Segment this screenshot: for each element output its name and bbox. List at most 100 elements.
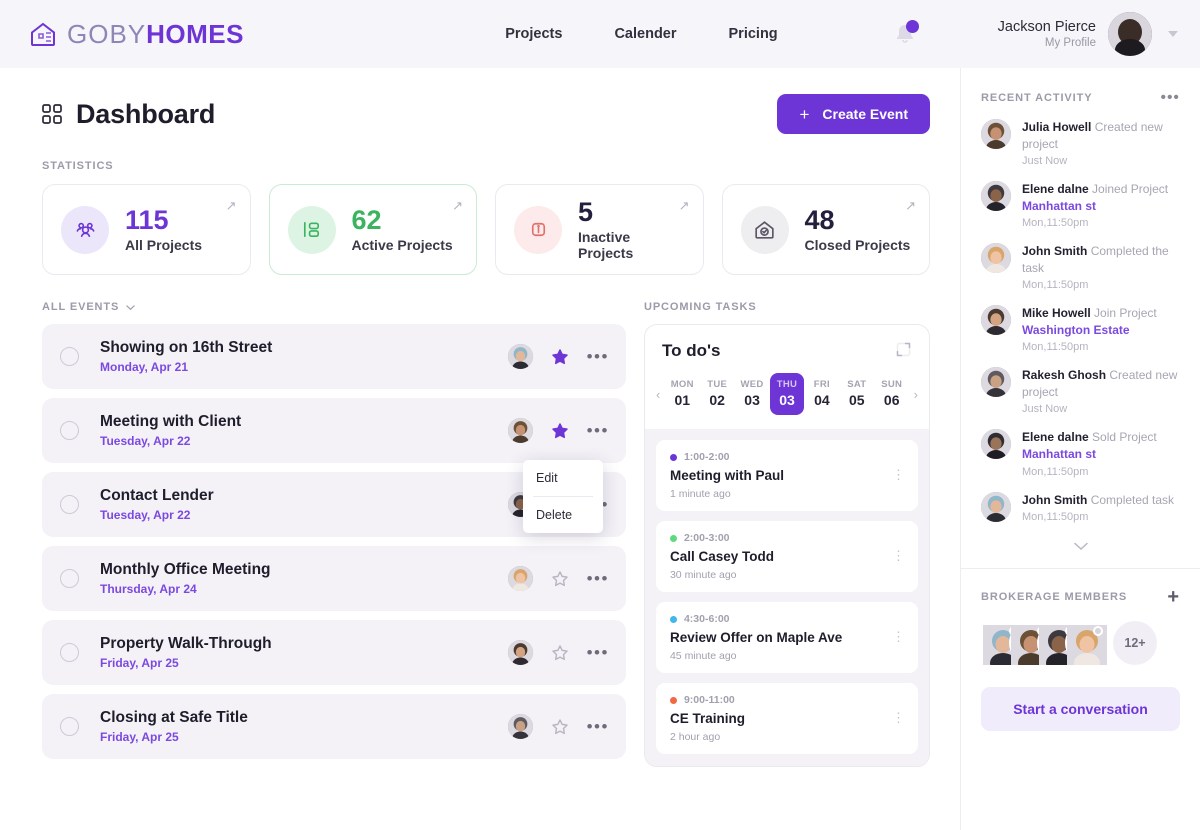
day-strip: ‹ MON 01 TUE 02 WED 03 THU 03 FRI 04 SAT 05 SUN 06 ›: [645, 361, 929, 429]
favorite-star-icon[interactable]: [551, 348, 569, 366]
prev-day-button[interactable]: ‹: [653, 387, 663, 402]
member-avatar[interactable]: [1065, 623, 1107, 674]
favorite-star-icon[interactable]: [551, 644, 569, 662]
event-checkbox[interactable]: [60, 643, 79, 662]
task-more-button[interactable]: ⋮: [892, 549, 905, 563]
favorite-star-icon[interactable]: [551, 570, 569, 588]
activity-project-link[interactable]: Manhattan st: [1022, 447, 1096, 461]
task-more-button[interactable]: ⋮: [892, 630, 905, 644]
event-more-button[interactable]: •••: [587, 422, 609, 439]
task-time-row: 4:30-6:00: [669, 613, 842, 625]
activity-time: Mon,11:50pm: [1022, 465, 1089, 478]
event-more-button[interactable]: •••: [587, 644, 609, 661]
event-row[interactable]: Showing on 16th Street Monday, Apr 21 •••: [42, 324, 626, 389]
event-row[interactable]: Monthly Office Meeting Thursday, Apr 24 ••…: [42, 546, 626, 611]
event-avatar[interactable]: [507, 566, 533, 591]
day-cell[interactable]: MON 01: [665, 373, 699, 415]
brokerage-members-label: BROKERAGE MEMBERS: [981, 591, 1128, 604]
activity-item[interactable]: John Smith Completed task Mon,11:50pm: [981, 491, 1180, 523]
stat-card-inactive-projects[interactable]: 5 Inactive Projects ↗: [495, 184, 704, 275]
profile-menu[interactable]: Jackson Pierce My Profile: [998, 12, 1178, 56]
event-row[interactable]: Closing at Safe Title Friday, Apr 25 •••: [42, 694, 626, 759]
start-conversation-button[interactable]: Start a conversation: [981, 687, 1180, 732]
arrow-up-right-icon[interactable]: ↗: [905, 198, 916, 214]
add-member-button[interactable]: +: [1167, 587, 1180, 607]
event-more-button[interactable]: •••: [587, 348, 609, 365]
activity-item[interactable]: Rakesh Ghosh Created new project Just Now: [981, 367, 1180, 415]
arrow-up-right-icon[interactable]: ↗: [452, 198, 463, 214]
nav-item-projects[interactable]: Projects: [505, 26, 562, 42]
event-checkbox[interactable]: [60, 495, 79, 514]
create-event-button[interactable]: + Create Event: [777, 94, 930, 134]
context-menu-edit[interactable]: Edit: [523, 460, 603, 496]
event-row[interactable]: Meeting with Client Tuesday, Apr 22 •••: [42, 398, 626, 463]
day-cell[interactable]: WED 03: [735, 373, 769, 415]
context-menu-delete[interactable]: Delete: [523, 497, 603, 533]
stat-card-all-projects[interactable]: 115 All Projects ↗: [42, 184, 251, 275]
event-date: Monday, Apr 21: [100, 360, 189, 374]
all-events-dropdown[interactable]: ALL EVENTS: [42, 301, 626, 313]
activity-expand-button[interactable]: [981, 537, 1180, 564]
event-row[interactable]: Property Walk-Through Friday, Apr 25 •••: [42, 620, 626, 685]
task-item[interactable]: 1:00-2:00 Meeting with Paul 1 minute ago ⋮: [655, 440, 918, 511]
event-checkbox[interactable]: [60, 421, 79, 440]
event-more-button[interactable]: •••: [587, 570, 609, 587]
nav-item-calender[interactable]: Calender: [614, 26, 676, 42]
arrow-up-right-icon[interactable]: ↗: [226, 198, 237, 214]
page-header: Dashboard + Create Event: [42, 94, 930, 134]
task-name: Meeting with Paul: [669, 468, 784, 483]
avatar[interactable]: [1108, 12, 1152, 56]
member-overflow-count[interactable]: 12+: [1113, 621, 1157, 666]
task-item[interactable]: 4:30-6:00 Review Offer on Maple Ave 45 min…: [655, 602, 918, 673]
stat-value: 62: [351, 205, 382, 236]
event-avatar[interactable]: [507, 344, 533, 369]
brand-logo[interactable]: GOBY HOMES: [28, 19, 244, 50]
task-item[interactable]: 2:00-3:00 Call Casey Todd 30 minute ago ⋮: [655, 521, 918, 592]
event-date: Tuesday, Apr 22: [100, 508, 191, 522]
day-cell[interactable]: FRI 04: [805, 373, 839, 415]
activity-item[interactable]: Julia Howell Created new project Just Now: [981, 119, 1180, 167]
event-checkbox[interactable]: [60, 347, 79, 366]
activity-item[interactable]: John Smith Completed the task Mon,11:50pm: [981, 243, 1180, 291]
task-more-button[interactable]: ⋮: [892, 468, 905, 482]
day-of-week: WED: [740, 379, 764, 390]
activity-item[interactable]: Elene dalne Sold Project Manhattan st Mon…: [981, 429, 1180, 478]
event-avatar[interactable]: [507, 714, 533, 739]
event-checkbox[interactable]: [60, 717, 79, 736]
nav-item-pricing[interactable]: Pricing: [729, 26, 778, 42]
expand-icon[interactable]: [895, 341, 912, 358]
event-checkbox[interactable]: [60, 569, 79, 588]
stat-card-active-projects[interactable]: 62 Active Projects ↗: [268, 184, 477, 275]
activity-text: Rakesh Ghosh Created new project: [1022, 367, 1180, 400]
notification-bell-button[interactable]: [892, 20, 919, 47]
statistics-label: STATISTICS: [42, 160, 114, 172]
activity-item[interactable]: Elene dalne Joined Project Manhattan st M…: [981, 181, 1180, 229]
users-group-icon: [61, 205, 109, 254]
day-cell[interactable]: SAT 05: [840, 373, 874, 415]
activity-project-link[interactable]: Manhattan st: [1022, 199, 1096, 213]
day-of-week: MON: [670, 379, 694, 390]
arrow-up-right-icon[interactable]: ↗: [679, 198, 690, 214]
activity-item[interactable]: Mike Howell Join Project Washington Esta…: [981, 305, 1180, 353]
favorite-star-icon[interactable]: [551, 718, 569, 736]
event-avatar[interactable]: [507, 640, 533, 665]
task-item[interactable]: 9:00-11:00 CE Training 2 hour ago ⋮: [655, 683, 918, 754]
day-cell[interactable]: THU 03: [770, 373, 804, 415]
next-day-button[interactable]: ›: [911, 387, 921, 402]
stat-card-closed-projects[interactable]: 48 Closed Projects ↗: [721, 184, 930, 275]
activity-text: Elene dalne Sold Project Manhattan st: [1022, 429, 1180, 462]
list-layout-icon: [287, 205, 336, 254]
favorite-star-icon[interactable]: [551, 422, 569, 440]
recent-activity-more-button[interactable]: •••: [1161, 90, 1180, 105]
activity-avatar: [981, 119, 1011, 149]
day-of-week: SUN: [881, 379, 903, 390]
chevron-down-icon[interactable]: [1168, 31, 1178, 37]
profile-subtitle: My Profile: [1044, 36, 1096, 49]
activity-project-link[interactable]: Washington Estate: [1022, 323, 1130, 337]
day-cell[interactable]: TUE 02: [700, 373, 734, 415]
event-avatar[interactable]: [507, 418, 533, 443]
task-more-button[interactable]: ⋮: [892, 711, 905, 725]
day-number: 06: [883, 392, 900, 408]
event-more-button[interactable]: •••: [587, 718, 609, 735]
day-cell[interactable]: SUN 06: [875, 373, 909, 415]
